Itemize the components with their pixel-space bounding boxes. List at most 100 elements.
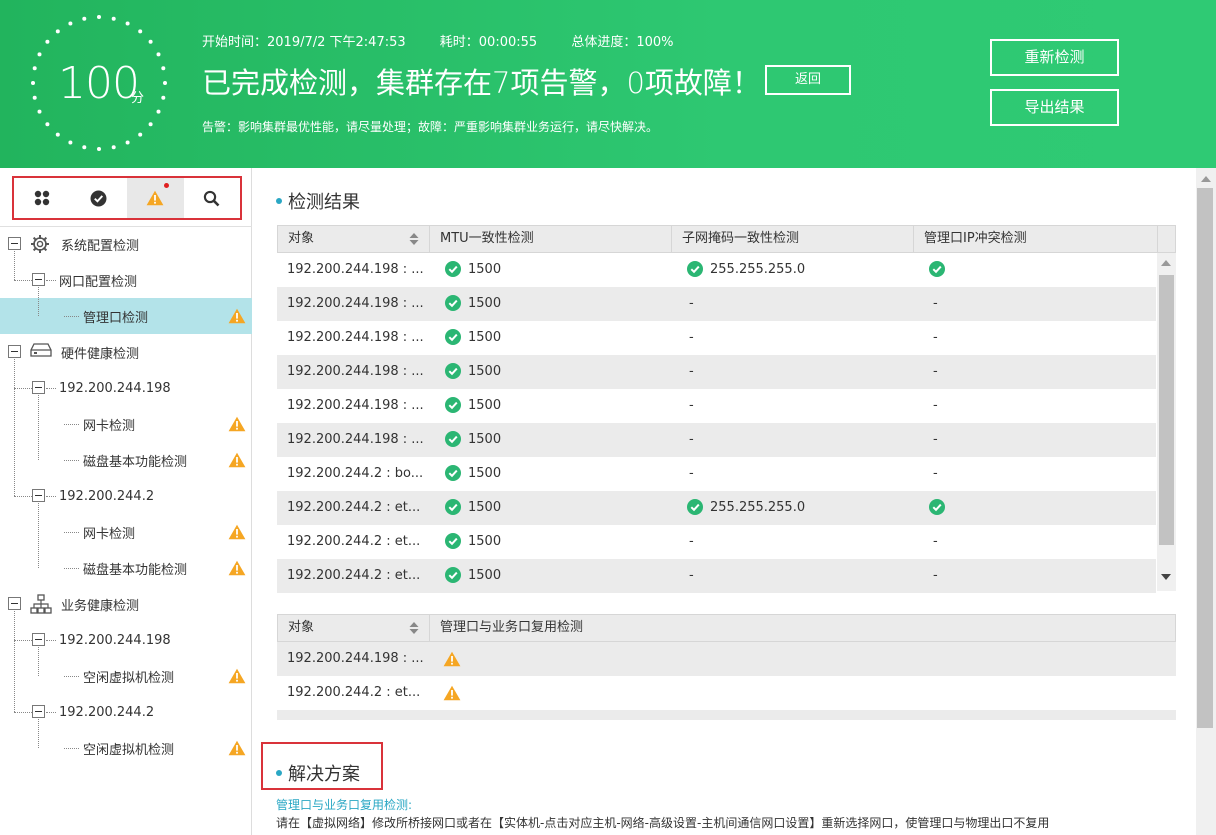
table-row[interactable]: 192.200.244.198 : ... 1500 - - bbox=[277, 321, 1156, 355]
scroll-down-icon[interactable] bbox=[1161, 574, 1171, 580]
recheck-button[interactable]: 重新检测 bbox=[990, 39, 1119, 76]
tree-connector bbox=[14, 712, 32, 713]
col-object[interactable]: 对象 bbox=[278, 615, 430, 641]
col-mtu[interactable]: MTU一致性检测 bbox=[430, 226, 672, 252]
solution-link[interactable]: 管理口与业务口复用检测: bbox=[276, 796, 412, 813]
tab-warnings[interactable] bbox=[127, 178, 184, 218]
tree-connector bbox=[38, 719, 39, 748]
table-row[interactable]: 192.200.244.198 : ... 1500 - - bbox=[277, 287, 1156, 321]
tree-node-label: 业务健康检测 bbox=[61, 598, 140, 614]
tree-node-label: 网口配置检测 bbox=[59, 274, 138, 290]
collapse-toggle[interactable] bbox=[32, 489, 45, 502]
start-time: 开始时间：2019/7/2 下午2:47:53 bbox=[202, 35, 406, 50]
collapse-toggle[interactable] bbox=[8, 597, 21, 610]
col-subnet-mask[interactable]: 子网掩码一致性检测 bbox=[672, 226, 914, 252]
col-object[interactable]: 对象 bbox=[278, 226, 430, 252]
warning-icon bbox=[146, 190, 164, 206]
col-ip-conflict[interactable]: 管理口IP冲突检测 bbox=[914, 226, 1158, 252]
score-unit: 分 bbox=[131, 91, 145, 106]
pass-icon bbox=[929, 498, 945, 515]
warning-icon bbox=[228, 524, 246, 540]
cell-mtu: 1500 bbox=[445, 389, 501, 423]
warning-icon bbox=[443, 651, 461, 667]
cell-ip-conflict: - bbox=[933, 364, 938, 379]
table-row[interactable]: 192.200.244.198 : ... bbox=[277, 642, 1176, 676]
cell-ip-conflict: - bbox=[933, 398, 938, 413]
cell-object: 192.200.244.2 : et... bbox=[287, 534, 421, 549]
export-results-button[interactable]: 导出结果 bbox=[990, 89, 1119, 126]
tree-connector bbox=[38, 647, 39, 676]
gear-icon bbox=[31, 235, 49, 253]
table-row[interactable]: 192.200.244.198 : ... 1500 - - bbox=[277, 355, 1156, 389]
cell-subnet-mask: - bbox=[689, 534, 694, 549]
page-scroll-thumb[interactable] bbox=[1197, 188, 1213, 728]
table-row[interactable]: 192.200.244.198 : ... 1500 - - bbox=[277, 389, 1156, 423]
scroll-up-icon[interactable] bbox=[1161, 260, 1171, 266]
pass-icon bbox=[445, 294, 461, 311]
collapse-toggle[interactable] bbox=[32, 705, 45, 718]
tree-node[interactable]: 硬件健康检测 bbox=[0, 334, 252, 370]
sort-icon bbox=[409, 622, 419, 634]
table-row[interactable]: 192.200.244.198 : ... 1500 - - bbox=[277, 423, 1156, 457]
collapse-toggle[interactable] bbox=[32, 633, 45, 646]
collapse-toggle[interactable] bbox=[32, 381, 45, 394]
grid-icon bbox=[35, 190, 50, 206]
tree-connector bbox=[38, 287, 39, 316]
reuse-check-table: 对象 管理口与业务口复用检测 192.200.244.198 : ... 192.… bbox=[277, 614, 1176, 724]
warning-icon bbox=[443, 685, 461, 701]
cell-ip-conflict: - bbox=[933, 330, 938, 345]
warning-icon bbox=[228, 740, 246, 756]
pass-icon bbox=[445, 498, 461, 515]
tab-all[interactable] bbox=[14, 178, 71, 218]
cell-subnet-mask: - bbox=[689, 296, 694, 311]
table-row[interactable]: 192.200.244.2 : et... 1500 - - bbox=[277, 559, 1156, 593]
cell-subnet-mask: - bbox=[689, 432, 694, 447]
pass-icon bbox=[929, 260, 945, 277]
cell-mtu: 1500 bbox=[445, 491, 501, 525]
pass-icon bbox=[445, 260, 461, 277]
tree-node-label: 磁盘基本功能检测 bbox=[83, 562, 188, 578]
cell-mtu: 1500 bbox=[445, 423, 501, 457]
back-button[interactable]: 返回 bbox=[765, 65, 851, 95]
tree-node[interactable]: 系统配置检测 bbox=[0, 226, 252, 262]
pass-icon bbox=[445, 396, 461, 413]
pass-icon bbox=[687, 260, 703, 277]
cell-mtu: 1500 bbox=[445, 321, 501, 355]
tab-search[interactable] bbox=[184, 178, 241, 218]
score-value: 100 bbox=[58, 58, 140, 109]
cell-ip-conflict bbox=[929, 253, 952, 287]
cell-object: 192.200.244.2 : et... bbox=[287, 500, 421, 515]
table-header: 对象 管理口与业务口复用检测 bbox=[277, 614, 1176, 642]
warning-icon bbox=[228, 308, 246, 324]
table-row[interactable]: 192.200.244.2 : et... 1500 - - bbox=[277, 525, 1156, 559]
pass-icon bbox=[445, 464, 461, 481]
pass-icon bbox=[687, 498, 703, 515]
cell-subnet-mask: - bbox=[689, 330, 694, 345]
table-row[interactable]: 192.200.244.2 : et... bbox=[277, 676, 1176, 710]
tree-node-label: 管理口检测 bbox=[83, 310, 149, 326]
tree-node-label: 192.200.244.2 bbox=[59, 488, 155, 504]
cell-ip-conflict: - bbox=[933, 466, 938, 481]
tree-node[interactable]: 业务健康检测 bbox=[0, 586, 252, 622]
tab-passed[interactable] bbox=[71, 178, 128, 218]
cell-object: 192.200.244.2 : et... bbox=[287, 685, 421, 700]
tree-node-label: 空闲虚拟机检测 bbox=[83, 742, 175, 758]
table-row[interactable]: 192.200.244.198 : ... 1500 255.255.255.0 bbox=[277, 253, 1156, 287]
table-row[interactable]: 192.200.244.2 : bo... 1500 - - bbox=[277, 457, 1156, 491]
collapse-toggle[interactable] bbox=[8, 237, 21, 250]
sort-icon bbox=[409, 233, 419, 245]
collapse-toggle[interactable] bbox=[8, 345, 21, 358]
tree-connector bbox=[14, 388, 32, 389]
cell-mtu: 1500 bbox=[445, 355, 501, 389]
col-port-reuse[interactable]: 管理口与业务口复用检测 bbox=[430, 615, 1176, 641]
cell-mtu: 1500 bbox=[445, 253, 501, 287]
page-scroll-up-icon[interactable] bbox=[1201, 176, 1211, 182]
tree-node-label: 192.200.244.198 bbox=[59, 632, 171, 648]
tree-node-label: 硬件健康检测 bbox=[61, 346, 140, 362]
pass-icon bbox=[445, 532, 461, 549]
results-panel: 检测结果 对象 MTU一致性检测 子网掩码一致性检测 管理口IP冲突检测 192… bbox=[253, 168, 1196, 835]
collapse-toggle[interactable] bbox=[32, 273, 45, 286]
cell-subnet-mask: - bbox=[689, 568, 694, 583]
table-row[interactable]: 192.200.244.2 : et... 1500 255.255.255.0 bbox=[277, 491, 1156, 525]
table-scroll-thumb[interactable] bbox=[1159, 275, 1174, 545]
